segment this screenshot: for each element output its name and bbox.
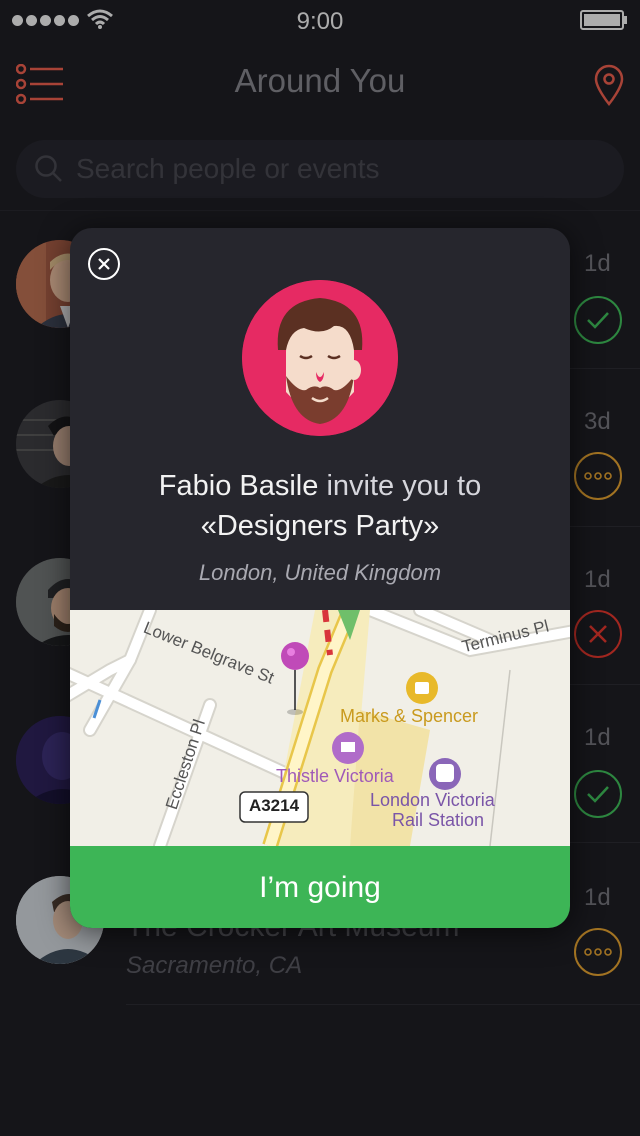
inviter-name[interactable]: Fabio Basile (159, 470, 319, 502)
map-poi-label: Rail Station (392, 810, 485, 830)
map-poi-label: London Victoria (370, 790, 495, 810)
close-icon (98, 258, 110, 270)
inviter-avatar (242, 280, 398, 436)
invite-text: invite you to (326, 470, 482, 502)
invite-modal: Fabio Basile invite you to «Designers Pa… (70, 228, 570, 928)
map-road-label: A3214 (248, 796, 300, 815)
map-poi-label: Marks & Spencer (340, 706, 479, 726)
event-name[interactable]: «Designers Party» (201, 510, 440, 542)
im-going-button[interactable]: I’m going (70, 846, 570, 928)
invite-message: Fabio Basile invite you to «Designers Pa… (70, 466, 570, 546)
close-button[interactable] (88, 248, 120, 280)
event-map[interactable]: Lower Belgrave St Terminus Pl Eccleston … (70, 610, 570, 846)
map-poi-label: Thistle Victoria (276, 766, 394, 786)
event-location: London, United Kingdom (198, 560, 442, 585)
